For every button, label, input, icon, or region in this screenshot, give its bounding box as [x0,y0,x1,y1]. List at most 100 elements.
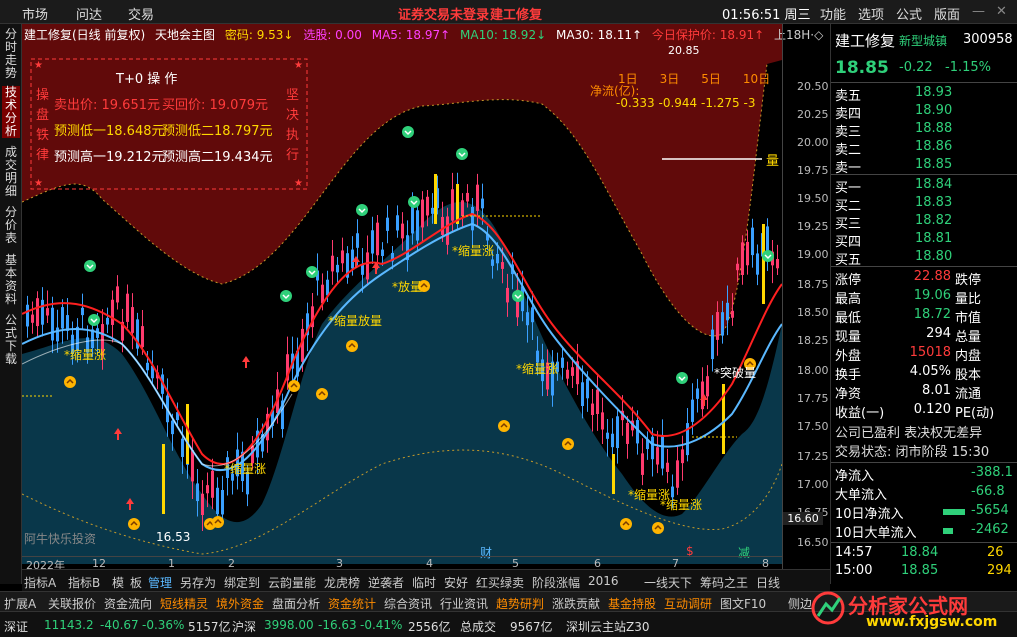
indicator-tab[interactable]: 日线 [756,574,780,591]
nav-item[interactable]: 扩展A [4,595,36,612]
menu-function[interactable]: 功能 [820,4,846,23]
tab-price-table[interactable]: 分价表 [2,206,20,245]
brand-logo-icon [811,591,845,625]
tab-trades[interactable]: 成交明细 [2,146,20,198]
tick-list: 14:57 18.84 26 15:00 18.85 294 [831,542,1017,582]
candle-body [426,196,429,216]
formula-name[interactable]: 天地会主图 [155,28,215,42]
buy-signal-icon [762,250,774,262]
quote-code: 300958 [963,32,1013,47]
nav-item[interactable]: 涨跌贡献 [552,595,600,612]
nav-item[interactable]: 互动调研 [664,595,712,612]
nav-item[interactable]: 盘面分析 [272,595,320,612]
indicator-tab[interactable]: 指标B [68,574,100,591]
candle-body [491,259,494,266]
nav-item[interactable]: 基金持股 [608,595,656,612]
quote-sector[interactable]: 新型城镇 [899,32,947,49]
candle-body [116,286,119,303]
sz-label: 深证 [4,620,29,634]
top-menu-bar: 市场 问达 交易 证券交易未登录 建工修复 01:56:51 周三 功能 选项 … [0,0,1017,24]
buy-row: 买四 18.81 [831,231,1017,250]
notice-row: 公司已盈利 表决权无差异 [831,422,1017,441]
candle-body [416,210,419,241]
tab-technical[interactable]: 技术分析 [2,86,20,138]
indicator-tab[interactable]: 安好 [444,574,468,591]
t0-low2: 预测低二18.797元 [162,124,273,139]
indicator-tab[interactable]: 模 [112,574,124,591]
close-icon[interactable]: ✕ [996,4,1007,19]
tab-intraday[interactable]: 分时走势 [2,28,20,80]
candle-body [396,215,399,231]
kline-chart-panel[interactable]: 建工修复(日线 前复权) 天地会主图 密码: 9.53↓ 选股: 0.00 MA… [21,24,830,572]
indicator-tab[interactable]: 筹码之王 [700,574,748,591]
candle-body [611,433,614,448]
menu-wenda[interactable]: 问达 [76,4,102,23]
chart-title[interactable]: 建工修复(日线 前复权) [24,28,145,42]
indicator-tab[interactable]: 绑定到 [224,574,260,591]
candle-body [376,222,379,256]
tab-formula-download[interactable]: 公式下载 [2,314,20,366]
yellow-candle [162,444,165,514]
nav-item[interactable]: 资金流向 [104,595,152,612]
nav-item[interactable]: 境外资金 [216,595,264,612]
yellow-candle [434,174,437,224]
candle-body [481,198,484,209]
indicator-tab[interactable]: 2016 [588,574,619,588]
candle-body [581,382,584,407]
coin-icon [128,518,140,530]
nav-item[interactable]: 短线精灵 [160,595,208,612]
tick-volume: 294 [987,563,1012,578]
nav-item[interactable]: 侧边 [788,595,812,612]
indicator-tabs: 指标A 指标B 模板管理 另存为 绑定到 云韵量能 龙虎榜 逆袭者 临时 安好 红买绿卖 阶段涨幅 20… [22,569,830,591]
nav-item[interactable]: 行业资讯 [440,595,488,612]
nav-item[interactable]: 资金统计 [328,595,376,612]
indicator-tab[interactable]: 临时 [412,574,436,591]
candle-body [221,489,224,515]
watermark-text: 阿牛快乐投资 [24,532,97,546]
nav-item[interactable]: 关联报价 [48,595,96,612]
candle-body [216,487,219,515]
login-warning[interactable]: 证券交易未登录 [398,4,489,23]
indicator-tab[interactable]: 板 [130,574,142,591]
yellow-candle [612,454,615,494]
candle-body [726,302,729,321]
candle-body [111,299,114,325]
minimize-button[interactable]: — [972,4,985,19]
tab-fundamentals[interactable]: 基本资料 [2,254,20,306]
indicator-tab[interactable]: 指标A [24,574,56,591]
indicator-tab[interactable]: 管理 [148,574,172,591]
quote-title-row: 建工修复 新型城镇 300958 [831,30,1017,52]
money-flows: 净流入 -388.1 大单流入 -66.8 10日净流入 -5654 10日大单流入 -246… [831,462,1017,541]
indicator-tab[interactable]: 另存为 [180,574,216,591]
sell-row: 卖五 18.93 [831,85,1017,104]
menu-options[interactable]: 选项 [858,4,884,23]
indicator-tab[interactable]: 云韵量能 [268,574,316,591]
svg-text:★: ★ [294,178,303,189]
clock: 01:56:51 周三 [722,8,811,23]
coin-icon [620,518,632,530]
menu-trade[interactable]: 交易 [128,4,154,23]
indicator-tab[interactable]: 一线天下 [644,574,692,591]
menu-layout[interactable]: 版面 [934,4,960,23]
candle-body [641,453,644,475]
candle-body [331,255,334,272]
peak-price: 20.85 [668,44,700,57]
candle-body [351,249,354,269]
sell-price: 18.88 [915,121,953,136]
server-name[interactable]: 深圳云主站Z30 [566,618,650,635]
candle-body [26,304,29,327]
anno-fangliang: *放量 [392,280,423,294]
nav-item[interactable]: 趋势研判 [496,595,544,612]
nav-item[interactable]: 综合资讯 [384,595,432,612]
coin-icon [652,522,664,534]
menu-market[interactable]: 市场 [22,4,48,23]
menu-formula[interactable]: 公式 [896,4,922,23]
indicator-tab[interactable]: 红买绿卖 [476,574,524,591]
indicator-tab[interactable]: 阶段涨幅 [532,574,580,591]
nav-item[interactable]: 图文F10 [720,595,766,612]
indicator-tab[interactable]: 逆袭者 [368,574,404,591]
indicator-tab[interactable]: 龙虎榜 [324,574,360,591]
candle-body [141,326,144,348]
coin-icon [498,420,510,432]
coin-icon [64,376,76,388]
